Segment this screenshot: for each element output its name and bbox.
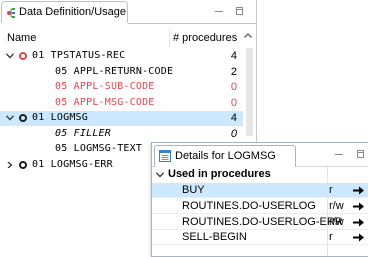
tree-row-label: 01 TPSTATUS-REC <box>32 50 126 61</box>
procedure-count: 4 <box>230 50 237 62</box>
group-label: Used in procedures <box>168 168 271 180</box>
minimize-icon[interactable] <box>214 6 225 17</box>
details-list-icon <box>159 150 171 162</box>
record-icon <box>19 160 27 169</box>
chevron-down-icon[interactable] <box>6 53 14 59</box>
details-title-bar: Details for LOGMSG <box>152 143 368 167</box>
tree-row[interactable]: 01 LOGMSG 4 <box>0 111 243 126</box>
column-header-procedures[interactable]: # procedures <box>173 32 237 46</box>
procedure-name: ROUTINES.DO-USERLOG <box>182 199 316 212</box>
access-mode: r/w <box>329 199 344 212</box>
scrollbar-thumb[interactable] <box>246 48 253 136</box>
unused-record-icon <box>19 52 27 60</box>
navigate-arrow-icon[interactable] <box>352 201 365 212</box>
column-header-name[interactable]: Name <box>7 32 36 46</box>
chevron-down-icon[interactable] <box>6 115 14 121</box>
procedure-row[interactable]: SELL-BEGIN r <box>152 230 368 246</box>
tree-row-label: 05 FILLER <box>55 127 111 139</box>
procedure-name: SELL-BEGIN <box>182 231 247 244</box>
tree-row-label: 05 APPL-SUB-CODE <box>55 81 155 92</box>
access-mode: r/w <box>329 215 344 228</box>
tree-row-label: 01 LOGMSG <box>32 112 88 123</box>
access-mode: r <box>329 184 333 196</box>
procedure-count: 0 <box>230 96 237 109</box>
data-definition-icon <box>7 8 15 18</box>
procedure-row[interactable]: ROUTINES.DO-USERLOG r/w <box>152 199 368 214</box>
chevron-down-icon[interactable] <box>156 172 164 178</box>
procedure-count: 2 <box>230 65 237 78</box>
tree-row[interactable]: 01 TPSTATUS-REC 4 <box>0 49 243 64</box>
view-tab-strip: Data Definition/Usage <box>0 0 256 24</box>
navigate-arrow-icon[interactable] <box>352 217 365 228</box>
procedure-count: 4 <box>230 112 237 124</box>
maximize-icon[interactable] <box>235 6 246 17</box>
chevron-right-icon[interactable] <box>6 161 14 168</box>
tree-row[interactable]: 05 FILLER 0 <box>0 127 243 142</box>
procedure-row[interactable]: ROUTINES.DO-USERLOG-ERR r/w <box>152 215 368 230</box>
tree-row[interactable]: 05 APPL-SUB-CODE 0 <box>0 80 243 95</box>
details-maximize-icon[interactable] <box>356 149 367 160</box>
tree-row[interactable]: 05 APPL-RETURN-CODE 2 <box>0 65 243 80</box>
tree-row-label: 01 LOGMSG-ERR <box>32 158 113 170</box>
details-minimize-icon[interactable] <box>334 149 345 160</box>
procedure-count: 0 <box>230 81 237 93</box>
access-mode: r <box>329 231 333 244</box>
tree-row[interactable]: 05 APPL-MSG-CODE 0 <box>0 96 243 111</box>
data-definition-tab[interactable]: Data Definition/Usage <box>1 1 128 23</box>
tree-row-label: 05 APPL-MSG-CODE <box>55 96 155 108</box>
used-in-procedures-group[interactable]: Used in procedures <box>152 167 368 183</box>
record-icon <box>19 114 27 122</box>
details-tab[interactable]: Details for LOGMSG <box>154 145 296 167</box>
tree-row-label: 05 LOGMSG-TEXT <box>55 143 143 154</box>
tab-title: Data Definition/Usage <box>19 6 127 18</box>
procedure-name: ROUTINES.DO-USERLOG-ERR <box>182 215 343 228</box>
tab-divider <box>128 23 256 24</box>
navigate-arrow-icon[interactable] <box>352 232 365 243</box>
row-separator <box>152 244 368 246</box>
procedure-name: BUY <box>182 184 205 196</box>
details-popup: Details for LOGMSG Used in procedures BU… <box>151 142 368 257</box>
procedure-count: 0 <box>230 127 237 140</box>
details-title: Details for LOGMSG <box>175 150 276 162</box>
column-divider[interactable] <box>169 29 170 47</box>
procedure-row[interactable]: BUY r <box>152 183 368 198</box>
navigate-arrow-icon[interactable] <box>352 185 365 196</box>
scroll-up-icon[interactable] <box>243 31 253 41</box>
tree-row-label: 05 APPL-RETURN-CODE <box>55 65 174 77</box>
